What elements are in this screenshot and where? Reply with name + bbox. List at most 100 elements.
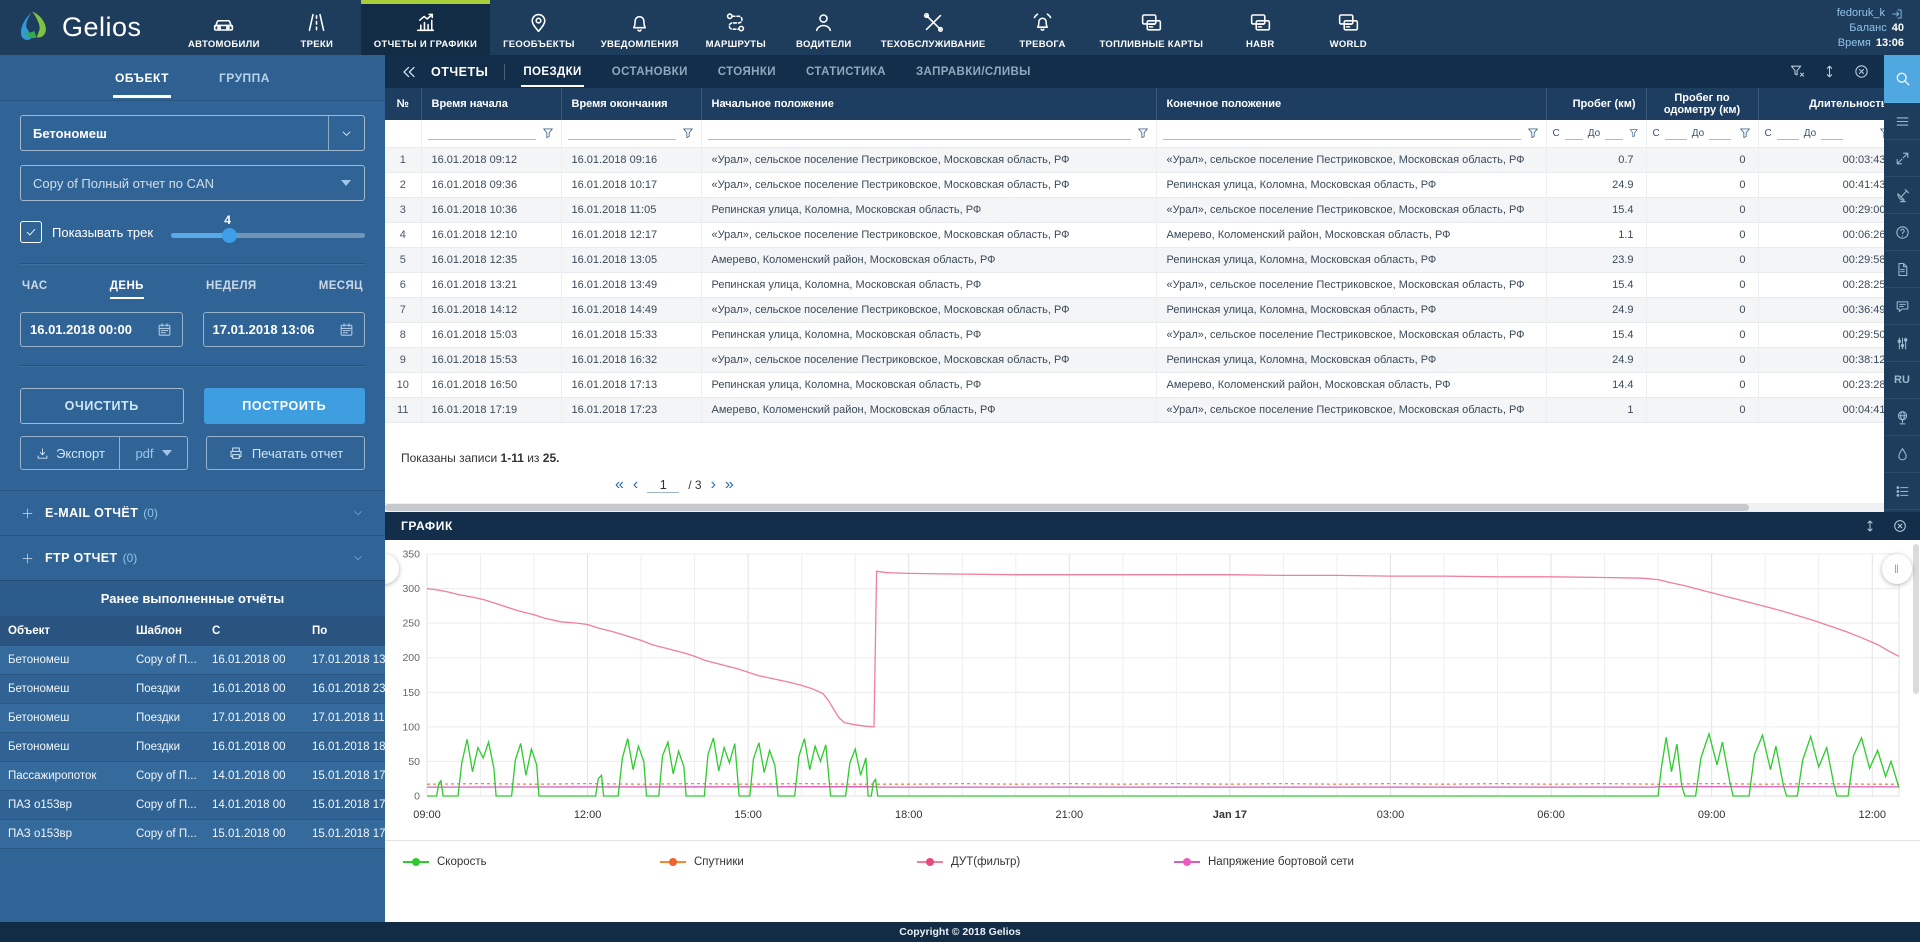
nav-item-отчеты и графики[interactable]: ОТЧЕТЫ И ГРАФИКИ: [361, 0, 490, 55]
nav-item-уведомления[interactable]: УВЕДОМЛЕНИЯ: [588, 0, 692, 55]
funnel-icon[interactable]: [1136, 126, 1150, 140]
ftp-report-accordion[interactable]: FTP ОТЧЕТ (0): [0, 535, 385, 580]
chart-vertical-scrollbar[interactable]: [1913, 544, 1919, 694]
horizontal-scrollbar[interactable]: [385, 503, 1884, 512]
nav-item-маршруты[interactable]: МАРШРУТЫ: [692, 0, 780, 55]
trips-column-header[interactable]: Конечное положение: [1156, 88, 1546, 120]
trip-row[interactable]: 416.01.2018 12:1016.01.2018 12:17«Урал»,…: [385, 222, 1884, 247]
scrollbar-thumb[interactable]: [385, 504, 1749, 511]
nav-item-техобслуживание[interactable]: ТЕХОБСЛУЖИВАНИЕ: [868, 0, 999, 55]
trip-row[interactable]: 316.01.2018 10:3616.01.2018 11:05Репинск…: [385, 197, 1884, 222]
filter-input[interactable]: [708, 126, 1131, 140]
trip-row[interactable]: 1116.01.2018 17:1916.01.2018 17:23Амерев…: [385, 397, 1884, 422]
toolbar-chat-icon[interactable]: [1884, 288, 1920, 325]
trip-row[interactable]: 516.01.2018 12:3516.01.2018 13:05Амерево…: [385, 247, 1884, 272]
history-row[interactable]: ПАЗ о153врCopy of П...14.01.2018 0015.01…: [0, 791, 385, 820]
nav-item-топливные карты[interactable]: ТОПЛИВНЫЕ КАРТЫ: [1087, 0, 1217, 55]
nav-item-habr[interactable]: HABR: [1216, 0, 1304, 55]
trips-column-header[interactable]: Пробег (км): [1546, 88, 1646, 120]
filter-to-input[interactable]: [1821, 127, 1843, 140]
nav-item-треки[interactable]: ТРЕКИ: [273, 0, 361, 55]
filter-to-input[interactable]: [1605, 127, 1623, 140]
trip-row[interactable]: 616.01.2018 13:2116.01.2018 13:49Репинск…: [385, 272, 1884, 297]
filter-to-input[interactable]: [1709, 127, 1731, 140]
email-report-accordion[interactable]: E-MAIL ОТЧЁТ (0): [0, 490, 385, 535]
user-row[interactable]: fedoruk_k: [1837, 6, 1904, 21]
toolbar-expand-icon[interactable]: [1884, 140, 1920, 177]
toolbar-globe-icon[interactable]: [1884, 399, 1920, 436]
nav-item-тревога[interactable]: ТРЕВОГА: [999, 0, 1087, 55]
trip-row[interactable]: 716.01.2018 14:1216.01.2018 14:49«Урал»,…: [385, 297, 1884, 322]
resize-vertical-icon[interactable]: [1821, 63, 1838, 80]
close-icon[interactable]: [1892, 518, 1908, 534]
trips-column-header[interactable]: №: [385, 88, 421, 120]
trips-column-header[interactable]: Время окончания: [561, 88, 701, 120]
track-width-slider[interactable]: 4: [171, 219, 365, 245]
trip-row[interactable]: 916.01.2018 15:5316.01.2018 16:32«Урал»,…: [385, 347, 1884, 372]
prev-page-button[interactable]: ‹: [633, 477, 638, 493]
export-format-select[interactable]: pdf: [120, 436, 188, 470]
filter-from-input[interactable]: [1777, 127, 1799, 140]
toolbar-list-icon[interactable]: [1884, 473, 1920, 510]
toolbar-help-icon[interactable]: [1884, 214, 1920, 251]
toolbar-menu-icon[interactable]: [1884, 103, 1920, 140]
print-report-button[interactable]: Печатать отчет: [206, 436, 365, 470]
history-column-header[interactable]: По: [304, 616, 385, 646]
object-select[interactable]: Бетономеш: [20, 115, 365, 151]
export-button[interactable]: Экспорт: [20, 436, 120, 470]
history-row[interactable]: БетономешПоездки17.01.2018 0017.01.2018 …: [0, 704, 385, 733]
report-tab-0[interactable]: ПОЕЗДКИ: [521, 57, 583, 87]
history-row[interactable]: БетономешПоездки16.01.2018 0016.01.2018 …: [0, 733, 385, 762]
trips-column-header[interactable]: Начальное положение: [701, 88, 1156, 120]
date-from-input[interactable]: 16.01.2018 00:00: [20, 312, 183, 347]
nav-item-геообъекты[interactable]: ГЕООБЪЕКТЫ: [490, 0, 588, 55]
toolbar-search-icon[interactable]: [1884, 55, 1920, 103]
period-tab-0[interactable]: ЧАС: [22, 280, 48, 299]
last-page-button[interactable]: »: [725, 477, 734, 493]
funnel-icon[interactable]: [1738, 126, 1752, 140]
toolbar-droplet-icon[interactable]: [1884, 436, 1920, 473]
funnel-icon[interactable]: [681, 126, 695, 140]
filter-input[interactable]: [1163, 126, 1521, 140]
first-page-button[interactable]: «: [615, 477, 624, 493]
history-column-header[interactable]: Шаблон: [128, 616, 204, 646]
report-tab-2[interactable]: СТОЯНКИ: [716, 57, 778, 87]
funnel-icon[interactable]: [1526, 126, 1540, 140]
toolbar-lang-RU[interactable]: RU: [1884, 362, 1920, 399]
build-button[interactable]: ПОСТРОИТЬ: [204, 388, 366, 424]
trips-column-header[interactable]: Время начала: [421, 88, 561, 120]
funnel-icon[interactable]: [1628, 126, 1639, 140]
legend-item[interactable]: Скорость: [403, 856, 660, 868]
nav-item-водители[interactable]: ВОДИТЕЛИ: [780, 0, 868, 55]
report-tab-4[interactable]: ЗАПРАВКИ/СЛИВЫ: [914, 57, 1033, 87]
toolbar-satellite-icon[interactable]: [1884, 177, 1920, 214]
filter-from-input[interactable]: [1565, 127, 1583, 140]
period-tab-1[interactable]: ДЕНЬ: [110, 280, 144, 299]
trip-row[interactable]: 216.01.2018 09:3616.01.2018 10:17«Урал»,…: [385, 172, 1884, 197]
filter-input[interactable]: [428, 126, 536, 140]
clear-button[interactable]: ОЧИСТИТЬ: [20, 388, 184, 424]
history-row[interactable]: ПассажиропотокCopy of П...14.01.2018 001…: [0, 762, 385, 791]
legend-item[interactable]: Спутники: [660, 856, 917, 868]
history-column-header[interactable]: С: [204, 616, 304, 646]
history-column-header[interactable]: Объект: [0, 616, 128, 646]
history-row[interactable]: БетономешПоездки16.01.2018 0016.01.2018 …: [0, 675, 385, 704]
nav-item-world[interactable]: WORLD: [1304, 0, 1392, 55]
toolbar-document-icon[interactable]: [1884, 251, 1920, 288]
funnel-icon[interactable]: [541, 126, 555, 140]
trip-row[interactable]: 116.01.2018 09:1216.01.2018 09:16«Урал»,…: [385, 147, 1884, 172]
trip-row[interactable]: 816.01.2018 15:0316.01.2018 15:33Репинск…: [385, 322, 1884, 347]
sidebar-tab-0[interactable]: ОБЪЕКТ: [113, 57, 171, 98]
nav-item-автомобили[interactable]: АВТОМОБИЛИ: [175, 0, 273, 55]
resize-vertical-icon[interactable]: [1862, 518, 1878, 534]
close-icon[interactable]: [1853, 63, 1870, 80]
filter-input[interactable]: [568, 126, 676, 140]
trips-column-header[interactable]: Длительность: [1758, 88, 1884, 120]
period-tab-2[interactable]: НЕДЕЛЯ: [206, 280, 257, 299]
history-row[interactable]: ПАЗ о153врCopy of П...15.01.2018 0015.01…: [0, 820, 385, 849]
collapse-sidebar-icon[interactable]: [399, 62, 419, 82]
sidebar-tab-1[interactable]: ГРУППА: [217, 57, 272, 98]
legend-item[interactable]: Напряжение бортовой сети: [1174, 856, 1431, 868]
history-row[interactable]: БетономешCopy of П...16.01.2018 0017.01.…: [0, 646, 385, 675]
clear-filters-icon[interactable]: [1789, 63, 1806, 80]
